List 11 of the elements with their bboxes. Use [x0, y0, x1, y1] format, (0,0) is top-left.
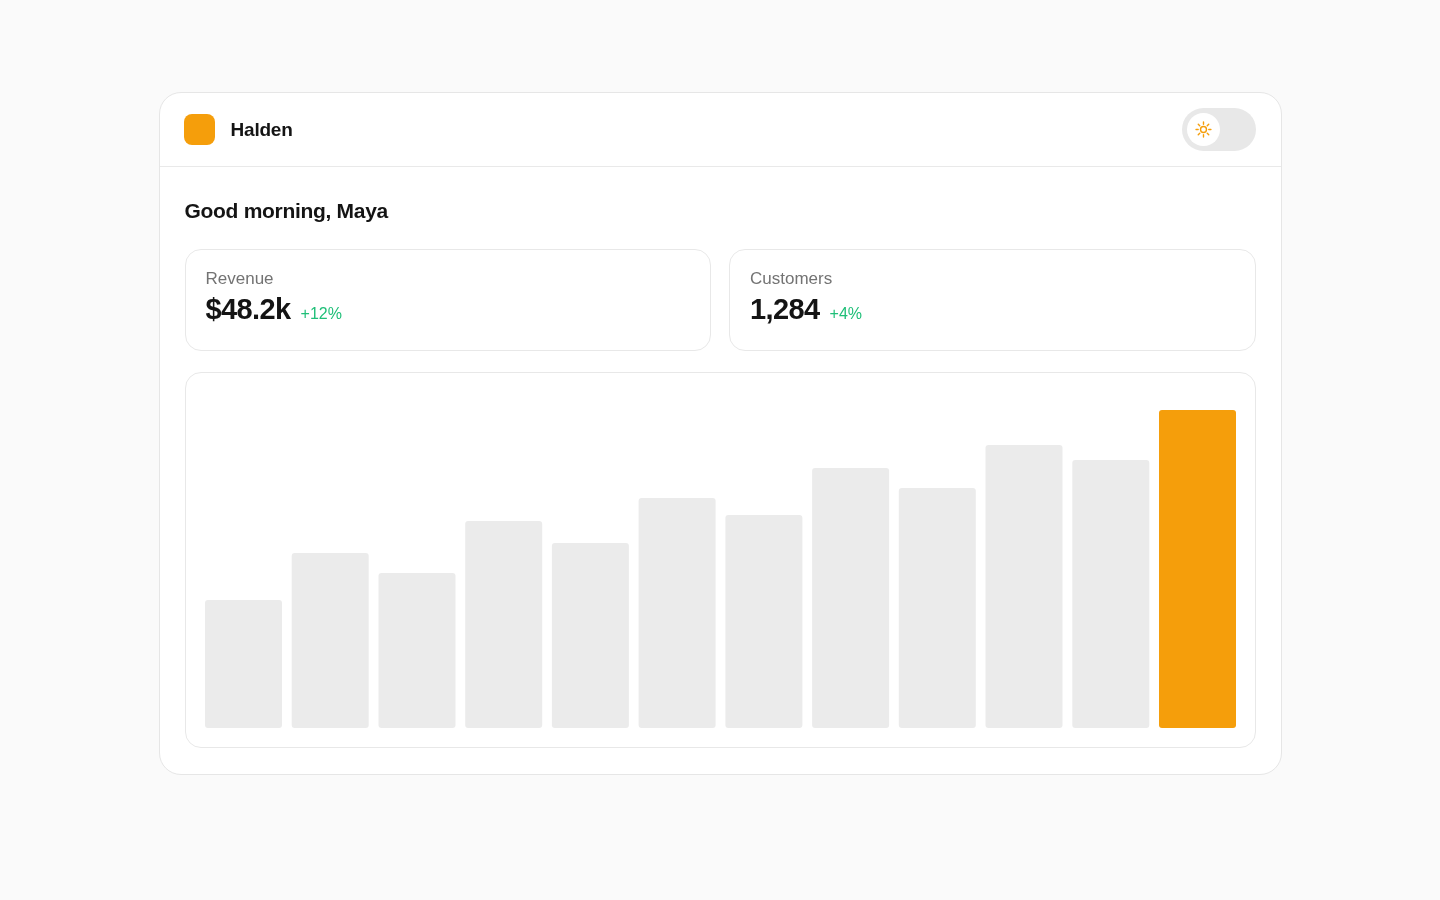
stat-label: Customers [750, 269, 833, 289]
sun-icon [1194, 121, 1212, 138]
theme-toggle[interactable] [1181, 108, 1256, 151]
greeting-heading: Good morning, Maya [184, 198, 390, 223]
brand-name: Halden [230, 118, 293, 141]
stat-change: +12% [300, 304, 342, 324]
stat-value: $48.2k [205, 292, 291, 326]
square-logo-icon [183, 114, 215, 145]
stat-label: Revenue [205, 269, 274, 289]
stat-change: +4% [829, 304, 863, 324]
stat-value: 1,284 [750, 292, 820, 326]
